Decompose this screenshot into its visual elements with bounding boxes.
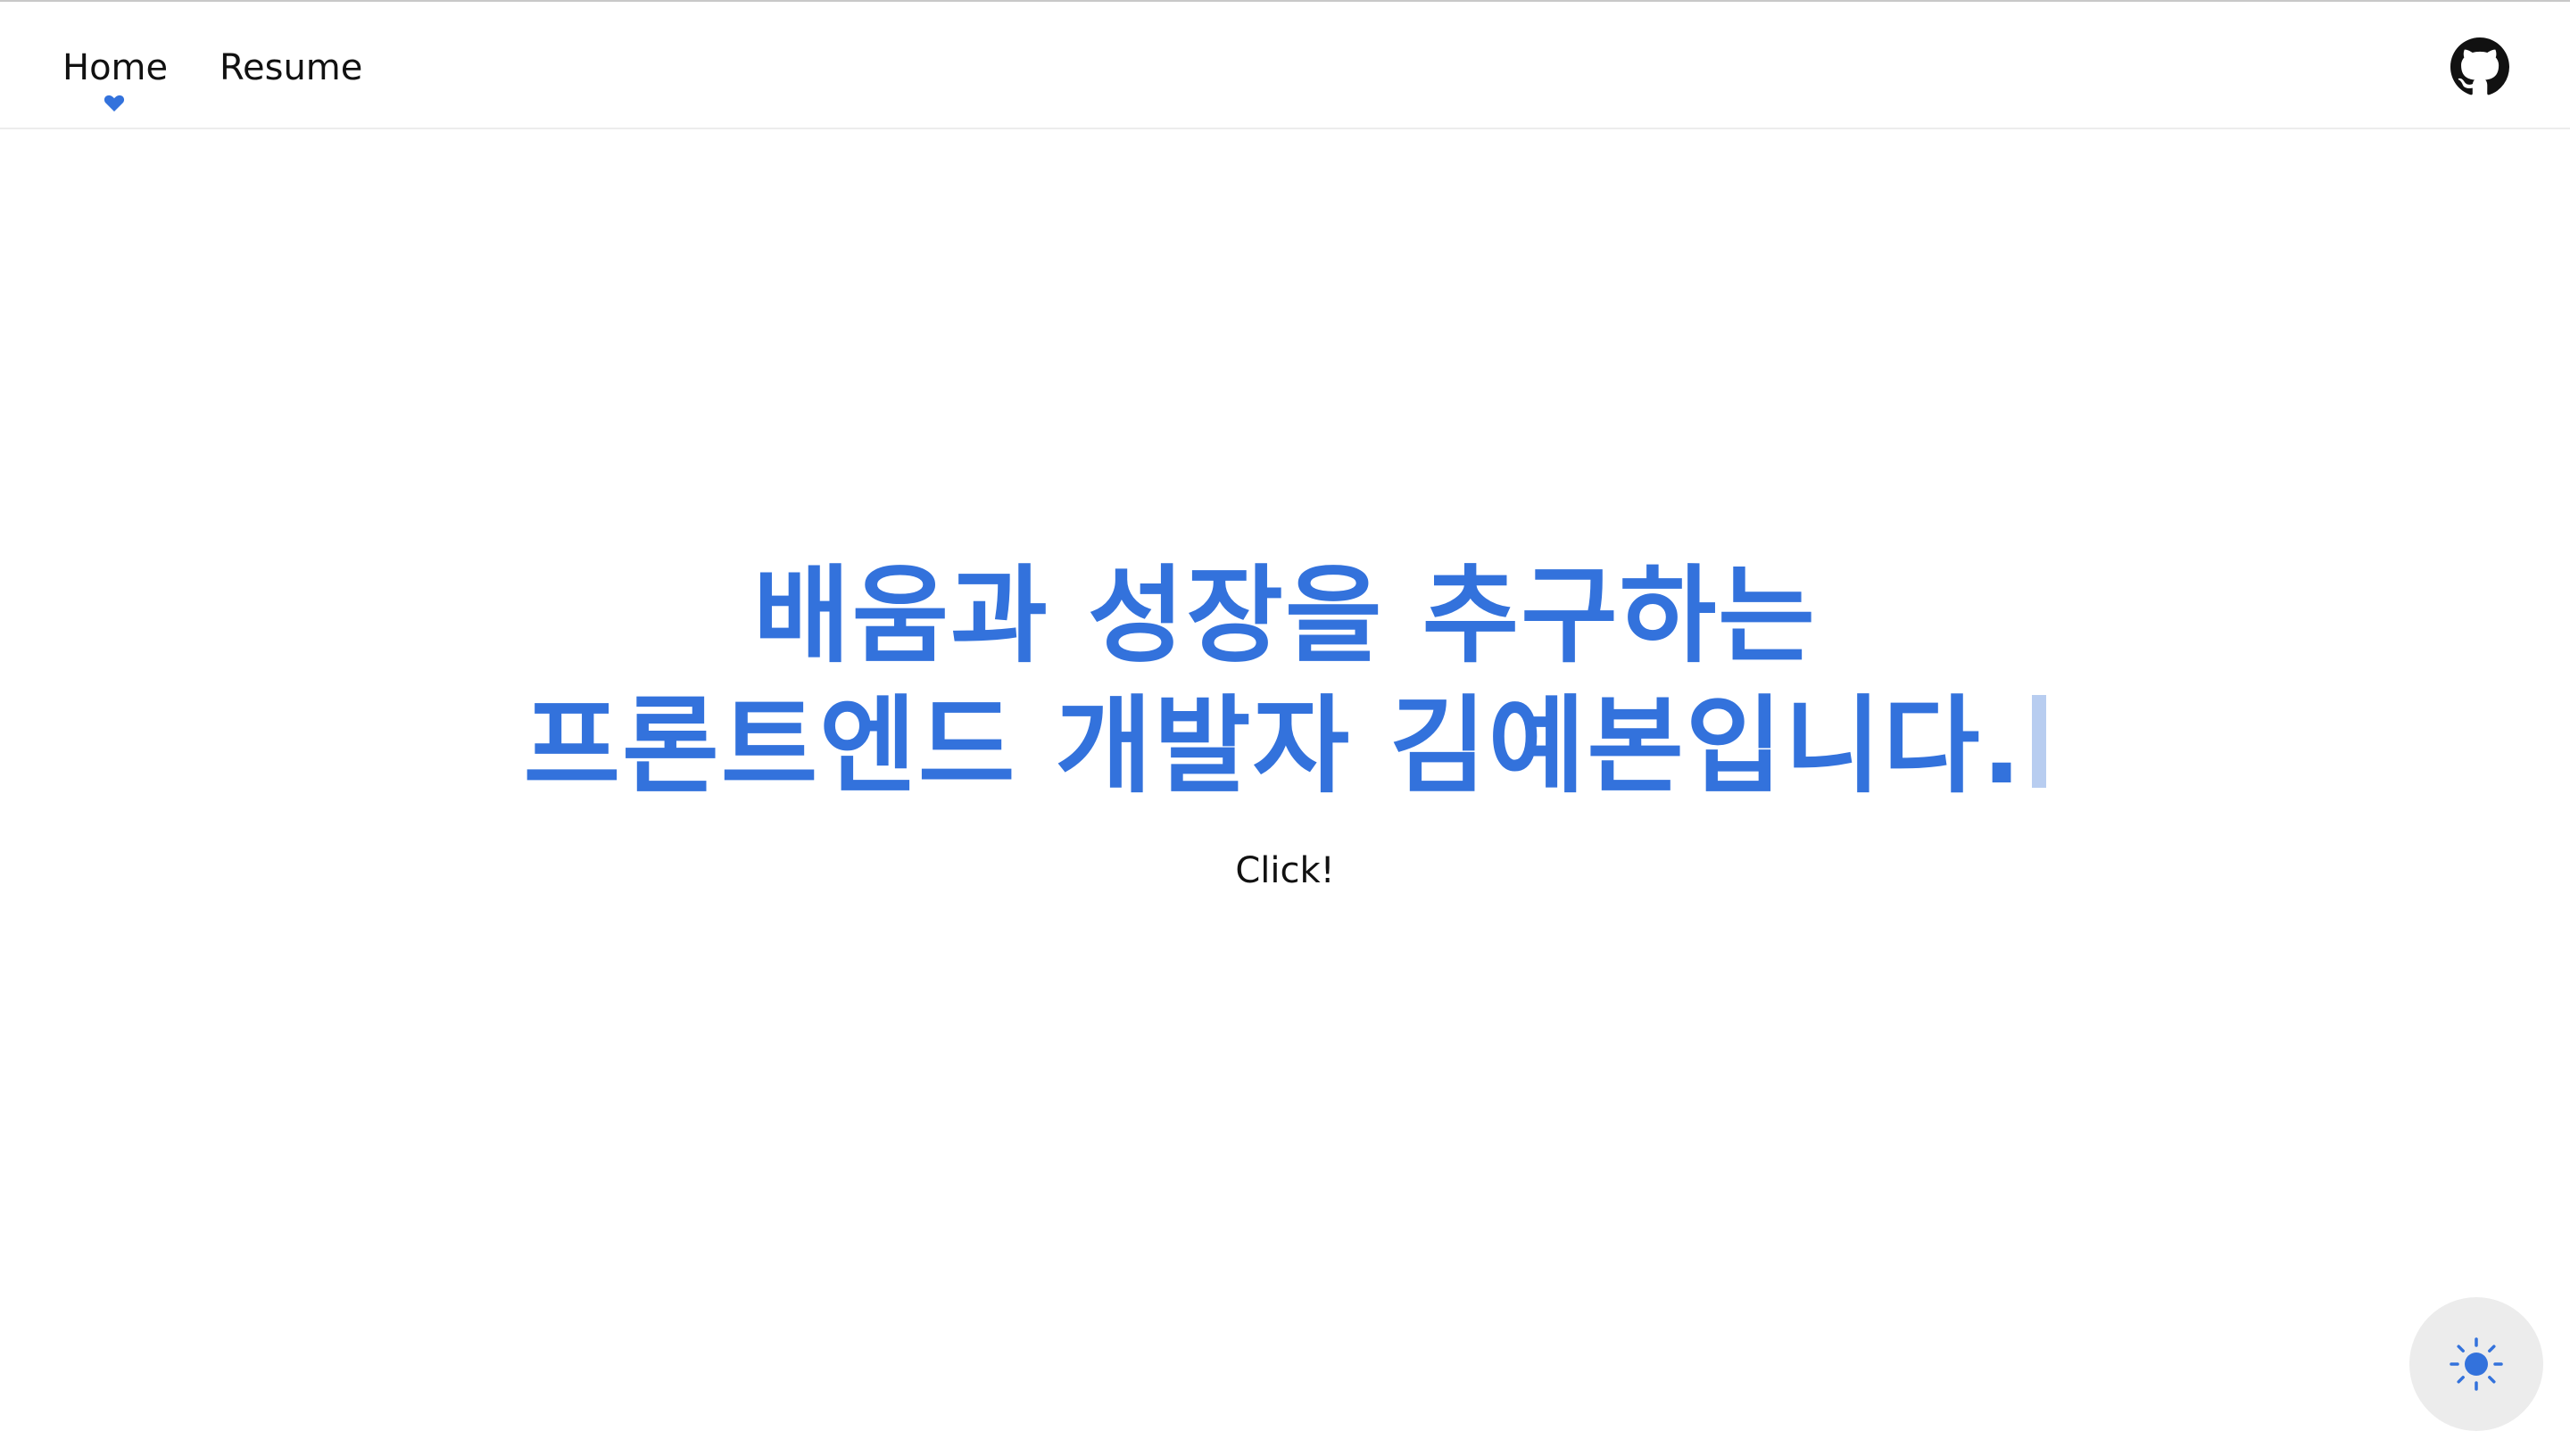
hero-heading: 배움과 성장을 추구하는 프론트엔드 개발자 김예본입니다. [0, 550, 2570, 811]
github-icon[interactable] [2450, 37, 2509, 96]
heart-icon [104, 95, 125, 112]
nav-link-home[interactable]: Home [62, 41, 168, 95]
typing-cursor [2032, 695, 2047, 788]
nav-link-resume[interactable]: Resume [220, 41, 362, 95]
page: Home Resume 배움과 성장을 추구하는 프론트엔드 개발자 김예본입니… [0, 0, 2570, 1456]
sun-icon [2450, 1337, 2503, 1391]
hero-line-1: 배움과 성장을 추구하는 [753, 554, 1817, 677]
navbar: Home Resume [0, 2, 2570, 129]
hero-line-2: 프론트엔드 개발자 김예본입니다. [523, 684, 2024, 807]
theme-toggle-button[interactable] [2409, 1297, 2543, 1431]
hero-line-2-wrap: 프론트엔드 개발자 김예본입니다. [0, 681, 2570, 811]
click-button[interactable]: Click! [0, 844, 2570, 898]
